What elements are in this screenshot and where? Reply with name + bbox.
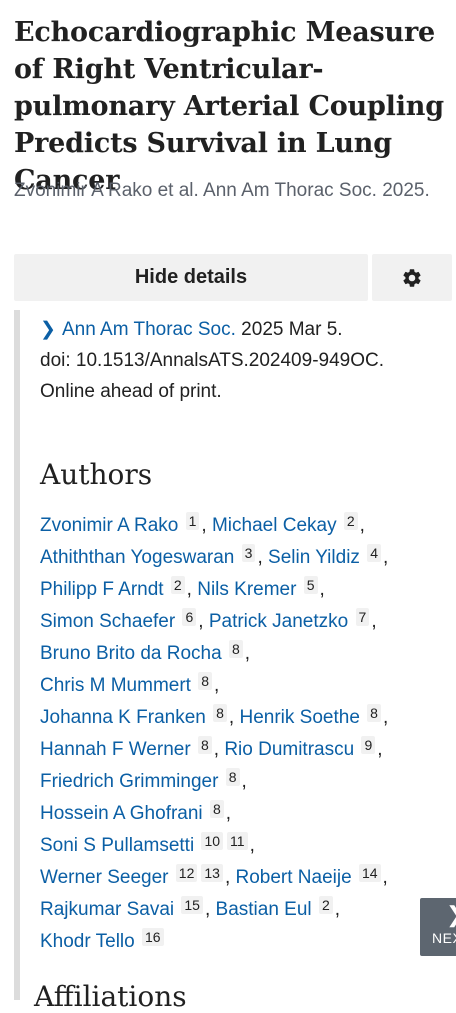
publication-date: 2025 Mar 5.	[235, 319, 343, 340]
chevron-right-icon[interactable]: ❯	[40, 314, 62, 345]
author-link[interactable]: Michael Cekay	[212, 515, 337, 536]
affiliation-ref[interactable]: 2	[318, 896, 333, 914]
authors-heading: Authors	[40, 458, 153, 491]
hide-details-button[interactable]: Hide details	[14, 254, 368, 301]
author-line: Rajkumar Savai 15, Bastian Eul 2,	[40, 896, 341, 920]
affiliation-ref[interactable]: 3	[241, 544, 256, 562]
author-line: Soni S Pullamsetti 10 11,	[40, 832, 255, 856]
author-link[interactable]: Friedrich Grimminger	[40, 771, 218, 792]
print-status: Online ahead of print.	[40, 381, 222, 402]
next-button[interactable]: ❯ NEXT	[420, 898, 456, 956]
author-line: Hannah F Werner 8, Rio Dumitrascu 9,	[40, 736, 383, 760]
author-line: Simon Schaefer 6, Patrick Janetzko 7,	[40, 608, 377, 632]
details-panel: ❯ Ann Am Thorac Soc. 2025 Mar 5. doi: 10.…	[14, 310, 456, 1000]
affiliation-ref[interactable]: 2	[170, 576, 185, 594]
affiliation-ref[interactable]: 13	[201, 864, 223, 882]
author-link[interactable]: Robert Naeije	[236, 867, 352, 888]
affiliation-ref[interactable]: 8	[197, 736, 212, 754]
journal-info: ❯ Ann Am Thorac Soc. 2025 Mar 5. doi: 10.…	[40, 314, 450, 407]
affiliation-ref[interactable]: 2	[343, 512, 358, 530]
author-link[interactable]: Henrik Soethe	[239, 707, 359, 728]
affiliation-ref[interactable]: 8	[213, 704, 227, 722]
author-link[interactable]: Selin Yildiz	[268, 547, 360, 568]
author-link[interactable]: Hossein A Ghofrani	[40, 803, 203, 824]
affiliation-ref[interactable]: 11	[227, 832, 248, 850]
author-link[interactable]: Philipp F Arndt	[40, 579, 164, 600]
affiliation-ref[interactable]: 12	[175, 864, 198, 882]
author-line: Khodr Tello 16	[40, 926, 456, 958]
affiliation-ref[interactable]: 4	[367, 544, 381, 562]
affiliation-ref[interactable]: 8	[198, 672, 213, 690]
authors-list: Zvonimir A Rako 1, Michael Cekay 2, Athit…	[40, 510, 456, 958]
author-link[interactable]: Patrick Janetzko	[209, 611, 348, 632]
affiliation-ref[interactable]: 9	[361, 736, 376, 754]
chevron-right-icon: ❯	[446, 904, 456, 926]
settings-button[interactable]	[372, 254, 452, 301]
affiliations-heading: Affiliations	[34, 980, 187, 1013]
article-title: Echocardiographic Measure of Right Ventr…	[14, 17, 444, 196]
author-link[interactable]: Rio Dumitrascu	[224, 739, 354, 760]
doi-text: doi: 10.1513/AnnalsATS.202409-949OC.	[40, 350, 384, 371]
affiliation-ref[interactable]: 14	[358, 864, 381, 882]
author-line: Zvonimir A Rako 1, Michael Cekay 2,	[40, 512, 365, 536]
next-label: NEXT	[432, 930, 456, 946]
affiliation-ref[interactable]: 8	[209, 800, 224, 818]
author-line: Philipp F Arndt 2, Nils Kremer 5,	[40, 576, 325, 600]
author-link[interactable]: Athiththan Yogeswaran	[40, 547, 234, 568]
author-link[interactable]: Nils Kremer	[197, 579, 296, 600]
affiliation-ref[interactable]: 8	[228, 640, 243, 658]
author-link[interactable]: Chris M Mummert	[40, 675, 191, 696]
affiliation-ref[interactable]: 1	[185, 512, 200, 530]
author-line: Friedrich Grimminger 8,	[40, 768, 247, 792]
affiliation-ref[interactable]: 6	[182, 608, 197, 626]
author-line: Werner Seeger 12 13, Robert Naeije 14,	[40, 864, 388, 888]
author-line: Hossein A Ghofrani 8,	[40, 800, 232, 824]
author-link[interactable]: Bastian Eul	[216, 899, 312, 920]
author-link[interactable]: Rajkumar Savai	[40, 899, 174, 920]
journal-link[interactable]: Ann Am Thorac Soc.	[62, 319, 236, 340]
hide-details-label: Hide details	[134, 266, 248, 288]
affiliation-ref[interactable]: 16	[142, 928, 164, 946]
author-line: Chris M Mummert 8,	[40, 672, 220, 696]
affiliation-ref[interactable]: 10	[201, 832, 224, 850]
author-link[interactable]: Bruno Brito da Rocha	[40, 643, 222, 664]
affiliation-ref[interactable]: 8	[367, 704, 381, 722]
author-link[interactable]: Zvonimir A Rako	[40, 515, 178, 536]
author-link[interactable]: Khodr Tello	[40, 931, 135, 952]
affiliation-ref[interactable]: 15	[181, 896, 203, 914]
author-link[interactable]: Simon Schaefer	[40, 611, 175, 632]
affiliation-ref[interactable]: 7	[355, 608, 370, 626]
author-line: Athiththan Yogeswaran 3, Selin Yildiz 4,	[40, 544, 389, 568]
author-line: Johanna K Franken 8, Henrik Soethe 8,	[40, 704, 389, 728]
affiliation-ref[interactable]: 5	[303, 576, 318, 594]
author-link[interactable]: Johanna K Franken	[40, 707, 206, 728]
author-link[interactable]: Hannah F Werner	[40, 739, 191, 760]
affiliation-ref[interactable]: 8	[225, 768, 240, 786]
author-link[interactable]: Soni S Pullamsetti	[40, 835, 194, 856]
article-citation: Zvonimir A Rako et al. Ann Am Thorac Soc…	[14, 180, 430, 201]
author-line: Bruno Brito da Rocha 8,	[40, 640, 251, 664]
author-link[interactable]: Werner Seeger	[40, 867, 169, 888]
gear-icon	[403, 268, 421, 287]
